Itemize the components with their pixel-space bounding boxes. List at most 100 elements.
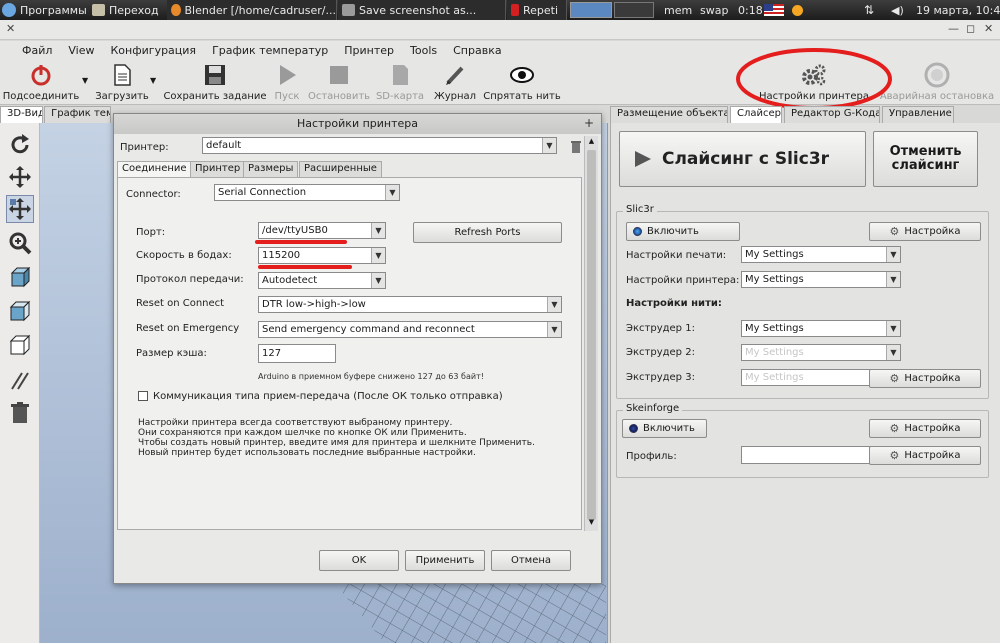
- tab-printer[interactable]: Принтер: [190, 161, 246, 178]
- slash-icon[interactable]: [6, 367, 34, 395]
- menu-printer[interactable]: Принтер: [336, 44, 402, 57]
- view-top-icon[interactable]: [6, 331, 34, 359]
- taskbar-save-screenshot[interactable]: Save screenshot as...: [338, 0, 506, 20]
- extruder2-select[interactable]: My Settings ▼: [741, 344, 901, 361]
- zoom-icon[interactable]: [6, 229, 34, 257]
- view-front-icon[interactable]: [6, 297, 34, 325]
- minimize-icon[interactable]: —: [948, 22, 959, 35]
- rotate-icon[interactable]: [6, 131, 34, 159]
- ok-button[interactable]: OK: [319, 550, 399, 571]
- tab-object-placement[interactable]: Размещение объекта: [610, 106, 728, 123]
- skeinforge-configure-button[interactable]: ⚙ Настройка: [869, 419, 981, 438]
- hide-filament-button[interactable]: Спрятать нить: [483, 60, 561, 105]
- blender-icon: [171, 4, 181, 16]
- taskbar-repetier[interactable]: Repeti: [507, 0, 567, 20]
- move-icon[interactable]: [6, 163, 34, 191]
- profile-configure-button[interactable]: ⚙ Настройка: [869, 446, 981, 465]
- emergency-icon: [924, 60, 950, 90]
- connector-select[interactable]: Serial Connection ▼: [214, 184, 400, 201]
- slic3r-configure-button[interactable]: ⚙ Настройка: [869, 222, 981, 241]
- extruder1-select[interactable]: My Settings ▼: [741, 320, 901, 337]
- log-button[interactable]: Журнал: [430, 60, 480, 105]
- print-settings-label: Настройки печати:: [626, 250, 727, 261]
- profile-input[interactable]: [741, 446, 871, 464]
- us-flag-icon[interactable]: [764, 0, 788, 20]
- menu-temp-graph[interactable]: График температур: [204, 44, 336, 57]
- dialog-scrollbar[interactable]: ▲ ▼: [584, 136, 598, 531]
- slice-button[interactable]: Слайсинг с Slic3r: [619, 131, 866, 187]
- slic3r-group: Slic3r Включить ⚙ Настройка Настройки печ…: [616, 204, 989, 399]
- workspace-1[interactable]: [570, 2, 612, 18]
- reset-connect-select[interactable]: DTR low->high->low ▼: [258, 296, 562, 313]
- volume-icon[interactable]: ◀): [891, 0, 909, 20]
- skeinforge-group-title: Skeinforge: [623, 403, 683, 414]
- folder-icon: [92, 4, 105, 16]
- tab-connection[interactable]: Соединение: [117, 161, 192, 178]
- view-iso-icon[interactable]: [6, 263, 34, 291]
- tab-gcode-editor[interactable]: Редактор G-Кода: [784, 106, 880, 123]
- slicer-panel: Слайсинг с Slic3r Отменить слайсинг Slic…: [610, 123, 1000, 643]
- load-dropdown-icon[interactable]: ▼: [150, 76, 156, 85]
- eye-icon: [509, 60, 535, 90]
- tab-temp-graph[interactable]: График темп: [44, 106, 111, 123]
- menu-config[interactable]: Конфигурация: [103, 44, 205, 57]
- tab-3d-view[interactable]: 3D-Вид: [0, 106, 44, 123]
- scroll-down-icon[interactable]: ▼: [586, 518, 597, 529]
- dialog-close-icon[interactable]: +: [584, 116, 594, 130]
- weather-icon[interactable]: [792, 0, 808, 20]
- clock[interactable]: 19 марта, 10:43: [916, 0, 1000, 20]
- tab-control[interactable]: Управление: [882, 106, 954, 123]
- start-button[interactable]: Пуск: [270, 60, 304, 105]
- close-icon[interactable]: ✕: [984, 22, 993, 35]
- move-object-icon[interactable]: [6, 195, 34, 223]
- workspace-2[interactable]: [614, 2, 654, 18]
- workspace-switcher[interactable]: [570, 0, 658, 20]
- menu-tools[interactable]: Tools: [402, 44, 445, 57]
- cache-size-input[interactable]: 127: [258, 344, 336, 363]
- protocol-select[interactable]: Autodetect ▼: [258, 272, 386, 289]
- info-line-2: Они сохраняются при каждом шелчке по кно…: [138, 428, 467, 438]
- extruder1-label: Экструдер 1:: [626, 323, 695, 334]
- goto-menu[interactable]: Переход: [92, 0, 172, 20]
- profile-label: Профиль:: [626, 451, 677, 462]
- scroll-up-icon[interactable]: ▲: [586, 137, 597, 148]
- maximize-icon[interactable]: ◻: [966, 22, 975, 35]
- apply-button[interactable]: Применить: [405, 550, 485, 571]
- connect-button[interactable]: Подсоединить: [2, 60, 80, 105]
- pingpong-checkbox[interactable]: [138, 391, 148, 401]
- trash-icon[interactable]: [6, 399, 34, 427]
- menu-view[interactable]: View: [60, 44, 102, 57]
- info-line-4: Новый принтер будет использовать последн…: [138, 448, 476, 458]
- menu-file[interactable]: Файл: [14, 44, 60, 57]
- extruder3-select[interactable]: My Settings: [741, 369, 871, 386]
- reset-emergency-select[interactable]: Send emergency command and reconnect ▼: [258, 321, 562, 338]
- baud-select[interactable]: 115200 ▼: [258, 247, 386, 264]
- kill-slicing-button[interactable]: Отменить слайсинг: [873, 131, 978, 187]
- protocol-label: Протокол передачи:: [136, 274, 244, 285]
- delete-printer-icon[interactable]: [570, 139, 582, 156]
- save-job-button[interactable]: Сохранить задание: [163, 60, 267, 105]
- port-select[interactable]: /dev/ttyUSB0 ▼: [258, 222, 386, 239]
- scroll-thumb[interactable]: [587, 150, 596, 520]
- connect-dropdown-icon[interactable]: ▼: [82, 76, 88, 85]
- skeinforge-enable-button[interactable]: Включить: [622, 419, 707, 438]
- menu-help[interactable]: Справка: [445, 44, 509, 57]
- tab-advanced[interactable]: Расширенные: [299, 161, 382, 178]
- system-taskbar: Программы Переход Blender [/home/cadruse…: [0, 0, 1000, 20]
- extruder-configure-button[interactable]: ⚙ Настройка: [869, 369, 981, 388]
- printer-settings-select[interactable]: My Settings ▼: [741, 271, 901, 288]
- refresh-ports-button[interactable]: Refresh Ports: [413, 222, 562, 243]
- emergency-stop-button[interactable]: Аварийная остановка: [876, 60, 998, 105]
- tab-slicer[interactable]: Слайсер: [730, 106, 782, 123]
- window-menu-icon[interactable]: ✕: [6, 22, 15, 35]
- network-icon[interactable]: ⇅: [864, 0, 894, 20]
- print-settings-select[interactable]: My Settings ▼: [741, 246, 901, 263]
- printer-select[interactable]: default ▼: [202, 137, 557, 154]
- load-button[interactable]: Загрузить: [92, 60, 152, 105]
- taskbar-blender[interactable]: Blender [/home/cadruser/...: [167, 0, 337, 20]
- stop-button[interactable]: Остановить: [308, 60, 370, 105]
- sdcard-button[interactable]: SD-карта: [375, 60, 425, 105]
- slic3r-enable-button[interactable]: Включить: [626, 222, 740, 241]
- tab-dimensions[interactable]: Размеры: [243, 161, 299, 178]
- cancel-button[interactable]: Отмена: [491, 550, 571, 571]
